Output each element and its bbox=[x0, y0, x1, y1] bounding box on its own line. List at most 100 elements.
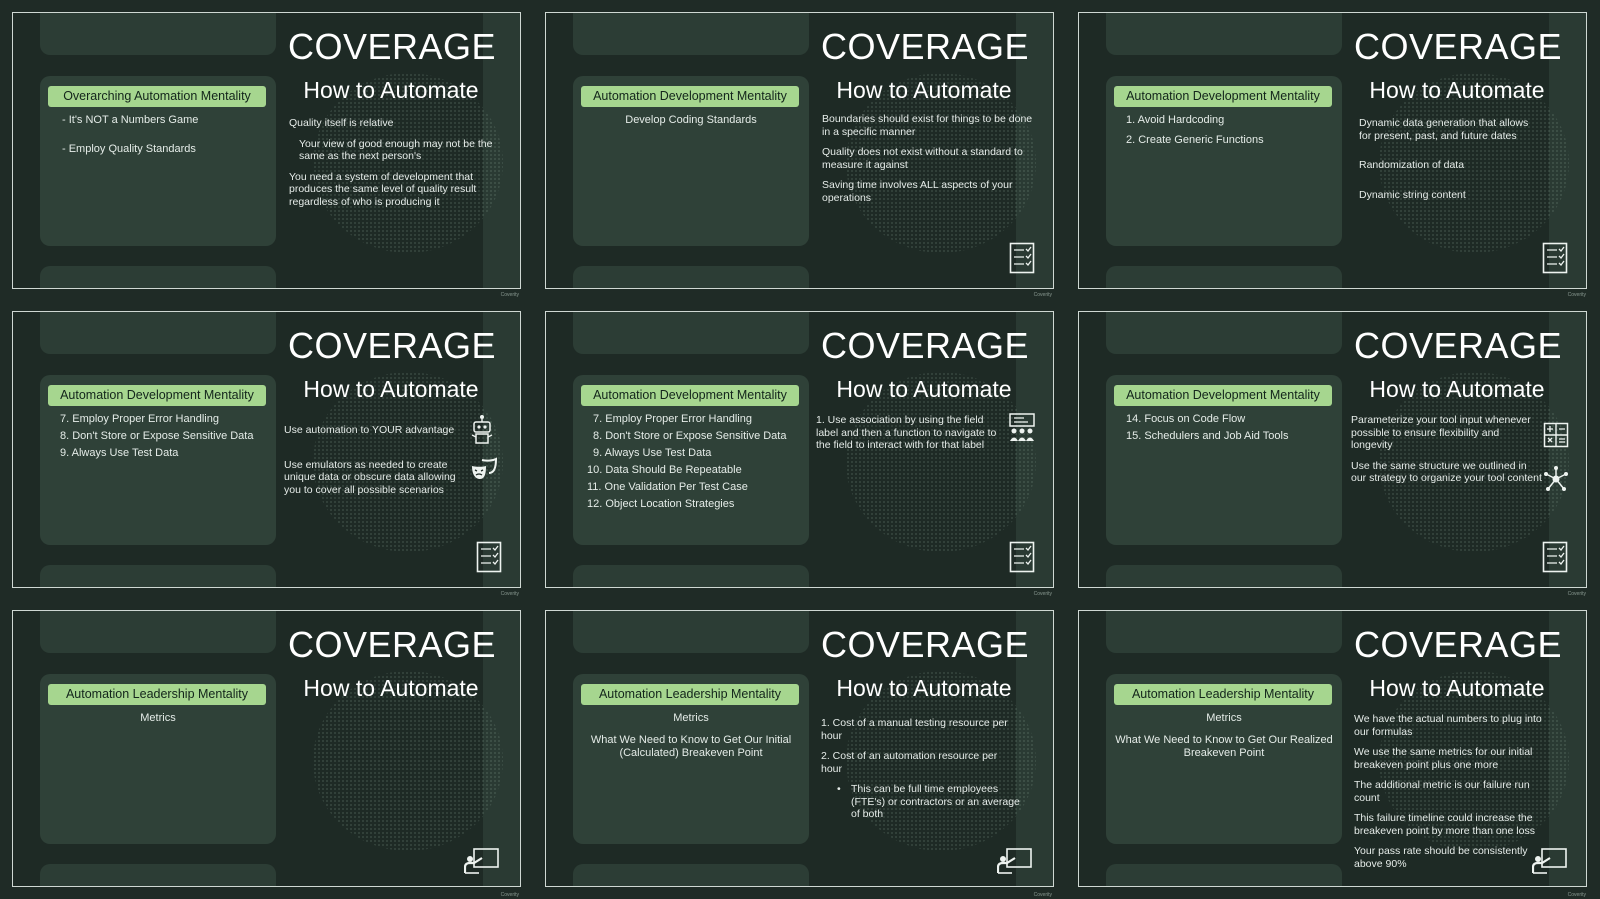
panel-list: 7. Employ Proper Error Handling 8. Don't… bbox=[48, 413, 268, 464]
body-text: Quality does not exist without a standar… bbox=[822, 146, 1023, 171]
teacher-board-icon bbox=[464, 847, 500, 875]
slide-thumbnail-6[interactable]: Automation Development Mentality 14. Foc… bbox=[1066, 299, 1600, 598]
slide-frame: Automation Leadership Mentality Metrics … bbox=[1078, 610, 1587, 887]
watermark: Coverity bbox=[500, 292, 519, 298]
panel-item: - Employ Quality Standards bbox=[62, 143, 196, 155]
slide-title: COVERAGE bbox=[288, 325, 497, 366]
body-text: Use automation to YOUR advantage bbox=[284, 424, 455, 436]
decor-tab bbox=[573, 266, 809, 288]
mentality-panel: Automation Development Mentality 14. Foc… bbox=[1106, 375, 1342, 545]
panel-item: 8. Don't Store or Expose Sensitive Data bbox=[593, 430, 787, 442]
panel-item: 7. Employ Proper Error Handling bbox=[60, 413, 219, 425]
mentality-badge: Automation Development Mentality bbox=[581, 385, 799, 406]
panel-list: - It's NOT a Numbers Game - Employ Quali… bbox=[48, 114, 268, 172]
body-text: Use the same structure we outlined in ou… bbox=[1351, 459, 1542, 485]
mentality-badge: Automation Development Mentality bbox=[1114, 86, 1332, 107]
decor-tab bbox=[573, 565, 809, 587]
body-text: Your view of good enough may not be the … bbox=[299, 137, 493, 163]
slide-subtitle: How to Automate bbox=[303, 675, 479, 701]
slide-frame: Automation Development Mentality 1. Avoi… bbox=[1078, 12, 1587, 289]
slide-body: Parameterize your tool input whenever po… bbox=[1351, 414, 1543, 493]
decor-tab bbox=[573, 13, 809, 55]
body-text: This failure timeline could increase the… bbox=[1354, 812, 1535, 837]
decor-tab bbox=[1106, 611, 1342, 653]
decor-tab bbox=[573, 312, 809, 354]
presentation-group-icon bbox=[1008, 412, 1036, 444]
body-text: Quality itself is relative bbox=[289, 117, 394, 129]
decor-tab bbox=[1106, 312, 1342, 354]
watermark: Coverity bbox=[1567, 292, 1586, 298]
panel-item: What We Need to Know to Get Our Initial … bbox=[590, 734, 792, 759]
body-text: Saving time involves ALL aspects of your… bbox=[822, 179, 1013, 204]
slide-thumbnail-2[interactable]: Automation Development Mentality Develop… bbox=[533, 0, 1066, 299]
decor-tab bbox=[1106, 13, 1342, 55]
panel-list: Metrics What We Need to Know to Get Our … bbox=[1114, 712, 1334, 769]
slide-frame: Automation Development Mentality 7. Empl… bbox=[12, 311, 521, 588]
teacher-board-icon bbox=[1532, 847, 1568, 875]
slide-title: COVERAGE bbox=[821, 26, 1030, 67]
body-text: 1. Use association by using the field la… bbox=[816, 414, 997, 451]
slide-subtitle: How to Automate bbox=[303, 376, 479, 402]
watermark: Coverity bbox=[1033, 292, 1052, 298]
checklist-icon bbox=[1009, 541, 1035, 573]
panel-list: 14. Focus on Code Flow 15. Schedulers an… bbox=[1114, 413, 1334, 447]
panel-list: Metrics What We Need to Know to Get Our … bbox=[581, 712, 801, 769]
panel-item: Develop Coding Standards bbox=[625, 114, 757, 126]
watermark: Coverity bbox=[1033, 892, 1052, 898]
robot-icon bbox=[469, 414, 495, 446]
checklist-icon bbox=[476, 541, 502, 573]
mentality-panel: Overarching Automation Mentality - It's … bbox=[40, 76, 276, 246]
slide-frame: Overarching Automation Mentality - It's … bbox=[12, 12, 521, 289]
decor-tab bbox=[573, 864, 809, 886]
mentality-panel: Automation Development Mentality 7. Empl… bbox=[573, 375, 809, 545]
mentality-panel: Automation Development Mentality 1. Avoi… bbox=[1106, 76, 1342, 246]
watermark: Coverity bbox=[500, 591, 519, 597]
panel-item: 14. Focus on Code Flow bbox=[1126, 413, 1246, 425]
slide-subtitle: How to Automate bbox=[1369, 77, 1545, 103]
panel-item: - It's NOT a Numbers Game bbox=[62, 114, 199, 126]
slide-thumbnail-4[interactable]: Automation Development Mentality 7. Empl… bbox=[0, 299, 533, 598]
watermark: Coverity bbox=[1567, 892, 1586, 898]
mentality-badge: Automation Leadership Mentality bbox=[581, 684, 799, 705]
body-text: The additional metric is our failure run… bbox=[1354, 779, 1530, 804]
panel-item: Metrics bbox=[1206, 712, 1242, 724]
decor-tab bbox=[40, 312, 276, 354]
slide-subtitle: How to Automate bbox=[1369, 376, 1545, 402]
checklist-icon bbox=[1009, 242, 1035, 274]
slide-thumbnail-3[interactable]: Automation Development Mentality 1. Avoi… bbox=[1066, 0, 1600, 299]
body-text: Randomization of data bbox=[1359, 159, 1465, 171]
mentality-panel: Automation Development Mentality 7. Empl… bbox=[40, 375, 276, 545]
body-text: Boundaries should exist for things to be… bbox=[822, 113, 1033, 138]
panel-item: 8. Don't Store or Expose Sensitive Data bbox=[60, 430, 254, 442]
slide-thumbnail-1[interactable]: Overarching Automation Mentality - It's … bbox=[0, 0, 533, 299]
panel-item: 2. Create Generic Functions bbox=[1126, 134, 1264, 146]
watermark: Coverity bbox=[500, 892, 519, 898]
mentality-panel: Automation Development Mentality Develop… bbox=[573, 76, 809, 246]
body-text: Your pass rate should be consistently ab… bbox=[1354, 845, 1528, 870]
mentality-badge: Automation Development Mentality bbox=[1114, 385, 1332, 406]
decor-tab bbox=[40, 13, 276, 55]
slide-thumbnail-7[interactable]: Automation Leadership Mentality Metrics … bbox=[0, 598, 533, 899]
slide-thumbnail-9[interactable]: Automation Leadership Mentality Metrics … bbox=[1066, 598, 1600, 899]
slide-title: COVERAGE bbox=[288, 26, 497, 67]
panel-list: 7. Employ Proper Error Handling 8. Don't… bbox=[581, 413, 801, 515]
slide-body: Dynamic data generation that allows for … bbox=[1359, 117, 1543, 209]
slide-thumbnail-8[interactable]: Automation Leadership Mentality Metrics … bbox=[533, 598, 1066, 899]
panel-item: 11. One Validation Per Test Case bbox=[587, 481, 748, 493]
panel-item: 15. Schedulers and Job Aid Tools bbox=[1126, 430, 1289, 442]
body-text: You need a system of development that pr… bbox=[289, 170, 477, 208]
slide-body: 1. Cost of a manual testing resource per… bbox=[821, 717, 1021, 829]
slide-subtitle: How to Automate bbox=[836, 376, 1012, 402]
decor-tab bbox=[1106, 266, 1342, 288]
calculator-icon bbox=[1543, 422, 1569, 448]
decor-tab bbox=[40, 565, 276, 587]
panel-item: 12. Object Location Strategies bbox=[587, 498, 735, 510]
panel-item: 10. Data Should Be Repeatable bbox=[587, 464, 742, 476]
mentality-panel: Automation Leadership Mentality Metrics bbox=[40, 674, 276, 844]
slide-thumbnail-5[interactable]: Automation Development Mentality 7. Empl… bbox=[533, 299, 1066, 598]
decor-tab bbox=[1106, 565, 1342, 587]
panel-list: Develop Coding Standards bbox=[581, 114, 801, 136]
panel-item: 9. Always Use Test Data bbox=[593, 447, 712, 459]
slide-subtitle: How to Automate bbox=[1369, 675, 1545, 701]
theater-masks-icon bbox=[469, 454, 499, 486]
